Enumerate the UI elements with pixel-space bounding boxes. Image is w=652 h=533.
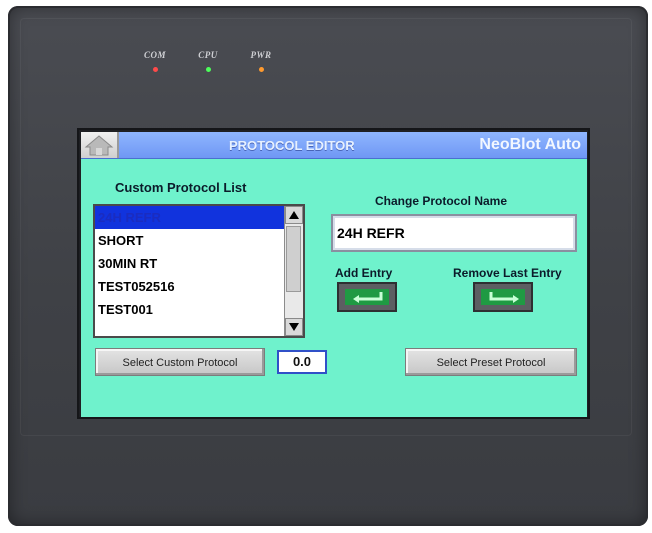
brand-name: NeoBlot Auto <box>479 136 581 153</box>
select-preset-protocol-button[interactable]: Select Preset Protocol <box>405 348 577 376</box>
enter-arrow-icon <box>345 289 389 305</box>
list-item[interactable]: 24H REFR <box>95 206 285 229</box>
back-arrow-icon <box>481 289 525 305</box>
led-com: COM <box>135 50 175 72</box>
led-pwr: PWR <box>241 50 281 72</box>
touch-screen: PROTOCOL EDITOR NeoBlot Auto Custom Prot… <box>81 132 587 417</box>
page-title: PROTOCOL EDITOR <box>229 138 355 153</box>
list-items: 24H REFR SHORT 30MIN RT TEST052516 TEST0… <box>95 206 285 321</box>
led-com-indicator <box>152 67 158 72</box>
add-entry-button[interactable] <box>337 282 397 312</box>
led-cpu-indicator <box>205 67 211 72</box>
led-cpu: CPU <box>188 50 228 72</box>
value-display: 0.0 <box>277 350 327 374</box>
led-pwr-indicator <box>258 67 264 72</box>
led-cpu-label: CPU <box>198 50 218 60</box>
list-scrollbar[interactable] <box>284 206 303 336</box>
scroll-down-button[interactable] <box>285 318 303 336</box>
add-entry-label: Add Entry <box>335 266 393 280</box>
list-item[interactable]: 30MIN RT <box>95 252 285 275</box>
led-com-label: COM <box>143 50 166 60</box>
remove-last-entry-label: Remove Last Entry <box>453 266 562 280</box>
arrow-up-icon <box>289 211 299 219</box>
protocol-name-input[interactable] <box>331 214 577 252</box>
list-item[interactable]: TEST052516 <box>95 275 285 298</box>
scroll-thumb[interactable] <box>286 226 301 292</box>
led-pwr-label: PWR <box>250 50 272 60</box>
remove-last-entry-button[interactable] <box>473 282 533 312</box>
home-button[interactable] <box>81 132 119 158</box>
list-item[interactable]: TEST001 <box>95 298 285 321</box>
scroll-up-button[interactable] <box>285 206 303 224</box>
title-bar: PROTOCOL EDITOR NeoBlot Auto <box>81 132 587 159</box>
custom-protocol-list-heading: Custom Protocol List <box>115 180 247 195</box>
arrow-down-icon <box>289 323 299 331</box>
select-custom-protocol-button[interactable]: Select Custom Protocol <box>95 348 265 376</box>
list-item[interactable]: SHORT <box>95 229 285 252</box>
custom-protocol-list[interactable]: 24H REFR SHORT 30MIN RT TEST052516 TEST0… <box>93 204 305 338</box>
home-icon <box>84 135 114 156</box>
change-protocol-name-heading: Change Protocol Name <box>375 194 508 208</box>
